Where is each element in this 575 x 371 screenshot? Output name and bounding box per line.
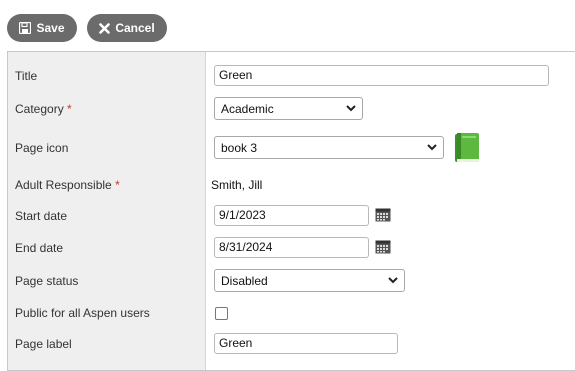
category-label-text: Category bbox=[15, 102, 64, 116]
required-marker: * bbox=[115, 178, 120, 192]
category-label: Category * bbox=[15, 102, 72, 116]
start-date-value: 9/1/2023 bbox=[219, 208, 266, 222]
public-label: Public for all Aspen users bbox=[15, 306, 150, 320]
cancel-button[interactable]: Cancel bbox=[87, 14, 167, 42]
chevron-down-icon bbox=[346, 105, 356, 112]
calendar-icon[interactable] bbox=[375, 208, 391, 225]
save-label: Save bbox=[36, 21, 65, 35]
title-input[interactable]: Green bbox=[214, 65, 549, 86]
start-date-input[interactable]: 9/1/2023 bbox=[214, 205, 369, 226]
floppy-disk-icon bbox=[19, 22, 32, 34]
public-checkbox[interactable] bbox=[215, 307, 228, 320]
save-button[interactable]: Save bbox=[7, 14, 77, 42]
green-book-icon bbox=[454, 132, 481, 166]
page-status-select[interactable]: Disabled bbox=[214, 269, 405, 292]
chevron-down-icon bbox=[388, 277, 398, 284]
category-select[interactable]: Academic bbox=[214, 97, 363, 120]
page-properties-form: Title Green Category * Academic Page ico… bbox=[7, 51, 575, 371]
end-date-value: 8/31/2024 bbox=[219, 240, 273, 254]
page-label-label: Page label bbox=[15, 337, 72, 351]
end-date-label: End date bbox=[15, 241, 64, 255]
page-label-value: Green bbox=[219, 336, 253, 350]
adult-responsible-label-text: Adult Responsible bbox=[15, 178, 112, 192]
page-icon-select[interactable]: book 3 bbox=[214, 136, 444, 159]
chevron-down-icon bbox=[427, 144, 437, 151]
start-date-label: Start date bbox=[15, 209, 68, 223]
cancel-label: Cancel bbox=[115, 21, 155, 35]
category-value: Academic bbox=[221, 101, 274, 116]
page-icon-label: Page icon bbox=[15, 141, 69, 155]
page-status-value: Disabled bbox=[221, 273, 268, 288]
calendar-icon[interactable] bbox=[375, 240, 391, 257]
x-icon bbox=[99, 22, 111, 34]
page-label-input[interactable]: Green bbox=[214, 333, 398, 354]
adult-responsible-value: Smith, Jill bbox=[211, 178, 263, 192]
page-icon-value: book 3 bbox=[221, 140, 258, 155]
toolbar: Save Cancel bbox=[0, 0, 575, 50]
end-date-input[interactable]: 8/31/2024 bbox=[214, 237, 369, 258]
page-status-label: Page status bbox=[15, 274, 79, 288]
adult-responsible-label: Adult Responsible * bbox=[15, 178, 120, 192]
title-label: Title bbox=[15, 69, 38, 83]
title-value: Green bbox=[219, 68, 253, 82]
required-marker: * bbox=[67, 102, 72, 116]
